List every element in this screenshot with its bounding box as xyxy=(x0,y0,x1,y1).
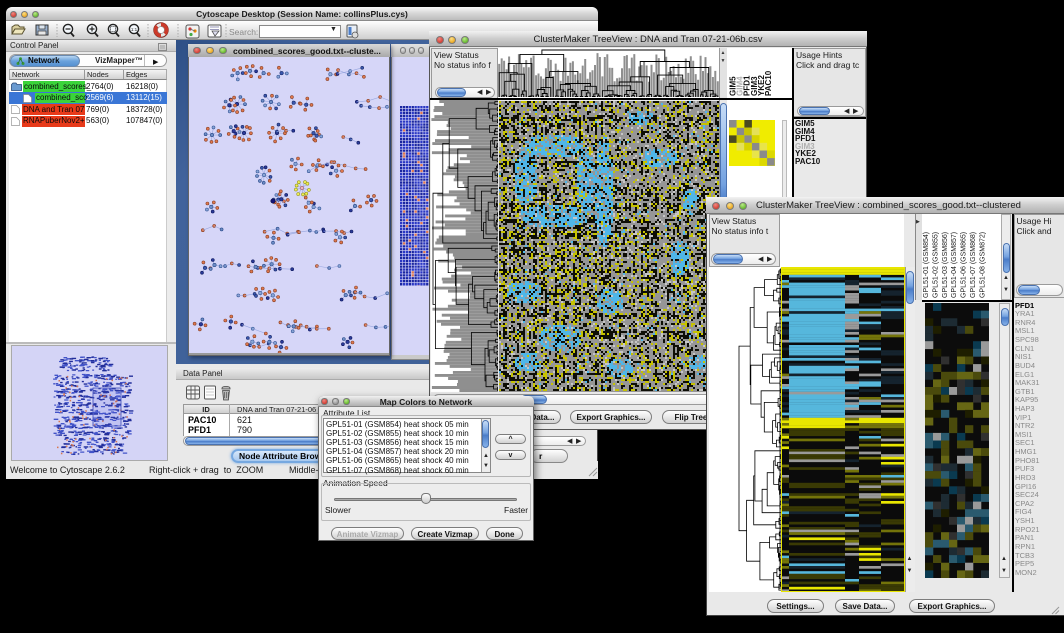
svg-text:GPL51-03 (GSM856): GPL51-03 (GSM856) xyxy=(942,232,949,298)
svg-text:PAC10: PAC10 xyxy=(764,70,773,96)
svg-text:GPL51-02 (GSM855): GPL51-02 (GSM855) xyxy=(932,232,939,298)
svg-text:GPL51-06 (GSM865): GPL51-06 (GSM865) xyxy=(961,232,968,298)
svg-text:GPL51-01 (GSM854): GPL51-01 (GSM854) xyxy=(923,232,930,298)
svg-text:GPL51-04 (GSM857): GPL51-04 (GSM857) xyxy=(951,232,958,298)
svg-text:GPL51-07 (GSM868): GPL51-07 (GSM868) xyxy=(970,232,977,298)
svg-text:GPL51-08 (GSM872): GPL51-08 (GSM872) xyxy=(979,232,986,298)
svg-text:1:1: 1:1 xyxy=(131,27,138,32)
